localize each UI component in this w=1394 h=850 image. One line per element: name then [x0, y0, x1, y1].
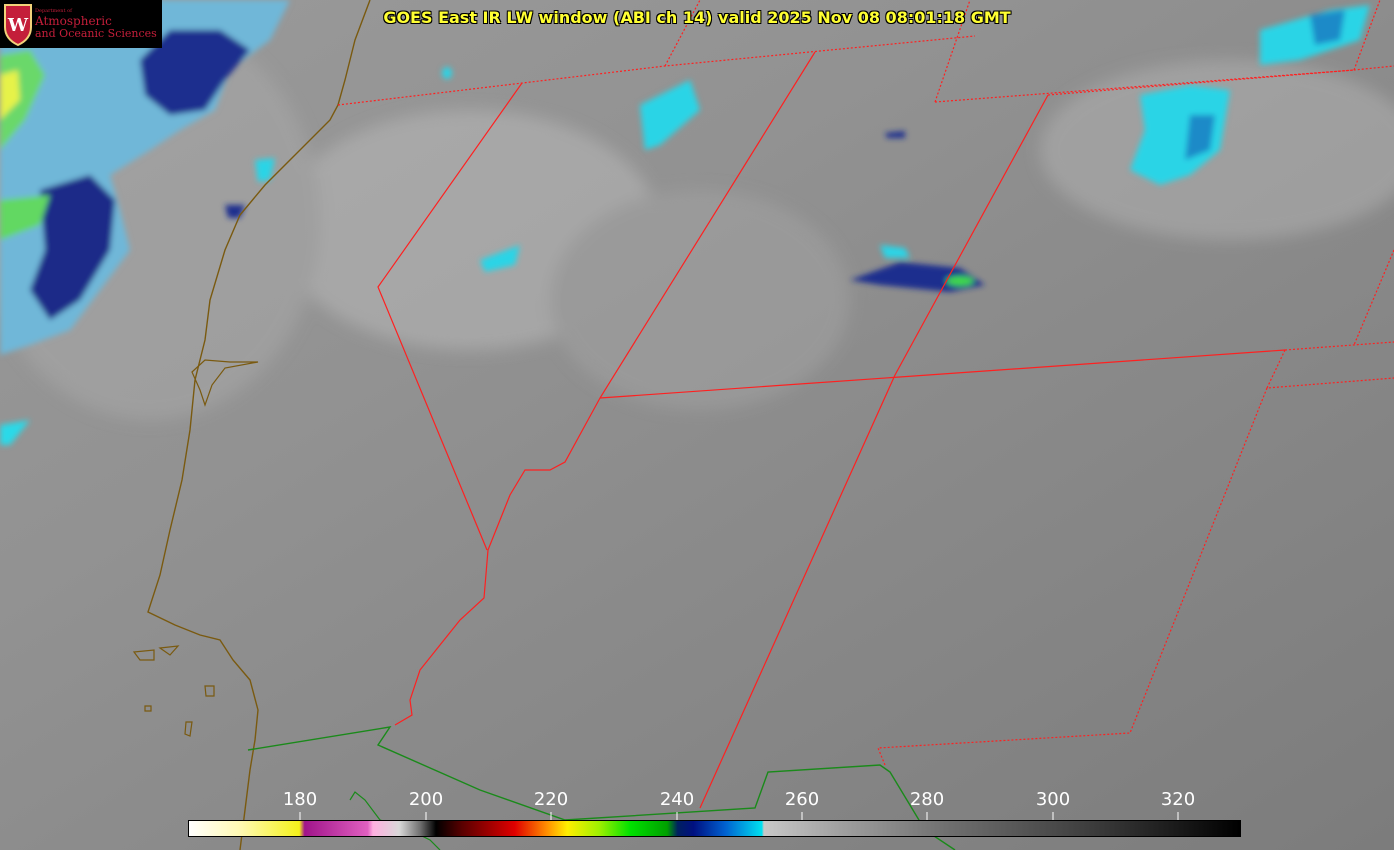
temperature-colorbar [188, 820, 1241, 837]
satellite-map [0, 0, 1394, 850]
title-text: GOES East IR LW window (ABI ch 14) valid… [383, 8, 1011, 27]
colorbar-tick-label: 320 [1160, 789, 1196, 810]
logo-line2: and Oceanic Sciences [35, 27, 157, 40]
colorbar-tick-label: 200 [408, 789, 444, 810]
colorbar-tick-label: 280 [909, 789, 945, 810]
colorbar-tick-label: 180 [282, 789, 318, 810]
colorbar-tick-label: 240 [659, 789, 695, 810]
colorbar-tick-label: 260 [784, 789, 820, 810]
colorbar-tick-label: 300 [1035, 789, 1071, 810]
colorbar-tick-label: 220 [533, 789, 569, 810]
image-title: GOES East IR LW window (ABI ch 14) valid… [0, 8, 1394, 27]
